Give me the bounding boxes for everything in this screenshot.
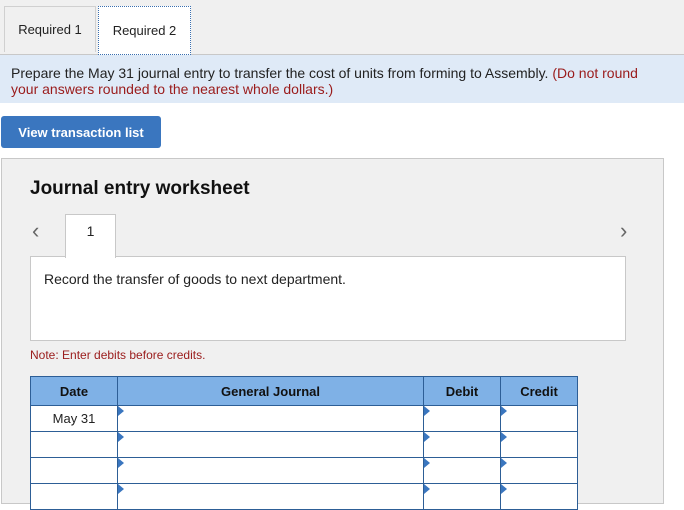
instructions-rounding-line2: your answers rounded to the nearest whol… (11, 81, 334, 97)
credit-input[interactable] (500, 483, 578, 510)
dropdown-marker-icon (424, 458, 430, 468)
header-date: Date (30, 376, 118, 406)
account-input[interactable] (117, 431, 424, 458)
debit-input[interactable] (423, 457, 501, 484)
debit-input[interactable] (423, 405, 501, 432)
header-credit: Credit (500, 376, 578, 406)
account-input[interactable] (117, 483, 424, 510)
dropdown-marker-icon (118, 458, 124, 468)
record-instruction-box: Record the transfer of goods to next dep… (30, 256, 626, 341)
dropdown-marker-icon (501, 484, 507, 494)
credit-input[interactable] (500, 405, 578, 432)
dropdown-marker-icon (501, 458, 507, 468)
instructions-text: Prepare the May 31 journal entry to tran… (11, 65, 549, 81)
date-cell[interactable]: May 31 (30, 405, 118, 432)
debit-input[interactable] (423, 483, 501, 510)
tab-required-2[interactable]: Required 2 (98, 6, 191, 55)
date-cell[interactable] (30, 457, 118, 484)
dropdown-marker-icon (118, 484, 124, 494)
account-input[interactable] (117, 457, 424, 484)
dropdown-marker-icon (424, 406, 430, 416)
tab-required-1[interactable]: Required 1 (4, 6, 96, 52)
table-row (30, 457, 578, 484)
chevron-left-icon[interactable]: ‹ (32, 218, 39, 244)
header-debit: Debit (423, 376, 501, 406)
table-row (30, 483, 578, 510)
dropdown-marker-icon (501, 406, 507, 416)
chevron-right-icon[interactable]: › (620, 218, 627, 244)
instructions-rounding-note: (Do not round (552, 65, 638, 81)
worksheet-title: Journal entry worksheet (30, 178, 250, 199)
table-row: May 31 (30, 405, 578, 432)
worksheet-page-tab[interactable]: 1 (65, 214, 116, 258)
account-input[interactable] (117, 405, 424, 432)
instructions-banner: Prepare the May 31 journal entry to tran… (0, 55, 684, 103)
dropdown-marker-icon (424, 432, 430, 442)
header-general-journal: General Journal (117, 376, 424, 406)
debit-input[interactable] (423, 431, 501, 458)
tab-bar: Required 1 Required 2 (0, 0, 684, 55)
view-transaction-list-button[interactable]: View transaction list (1, 116, 161, 148)
table-row (30, 431, 578, 458)
dropdown-marker-icon (118, 406, 124, 416)
journal-table: Date General Journal Debit Credit May 31 (30, 376, 578, 510)
credit-input[interactable] (500, 431, 578, 458)
credit-input[interactable] (500, 457, 578, 484)
date-cell[interactable] (30, 431, 118, 458)
date-cell[interactable] (30, 483, 118, 510)
debits-credits-note: Note: Enter debits before credits. (30, 348, 206, 362)
record-instruction-text: Record the transfer of goods to next dep… (44, 271, 346, 287)
dropdown-marker-icon (118, 432, 124, 442)
dropdown-marker-icon (424, 484, 430, 494)
dropdown-marker-icon (501, 432, 507, 442)
